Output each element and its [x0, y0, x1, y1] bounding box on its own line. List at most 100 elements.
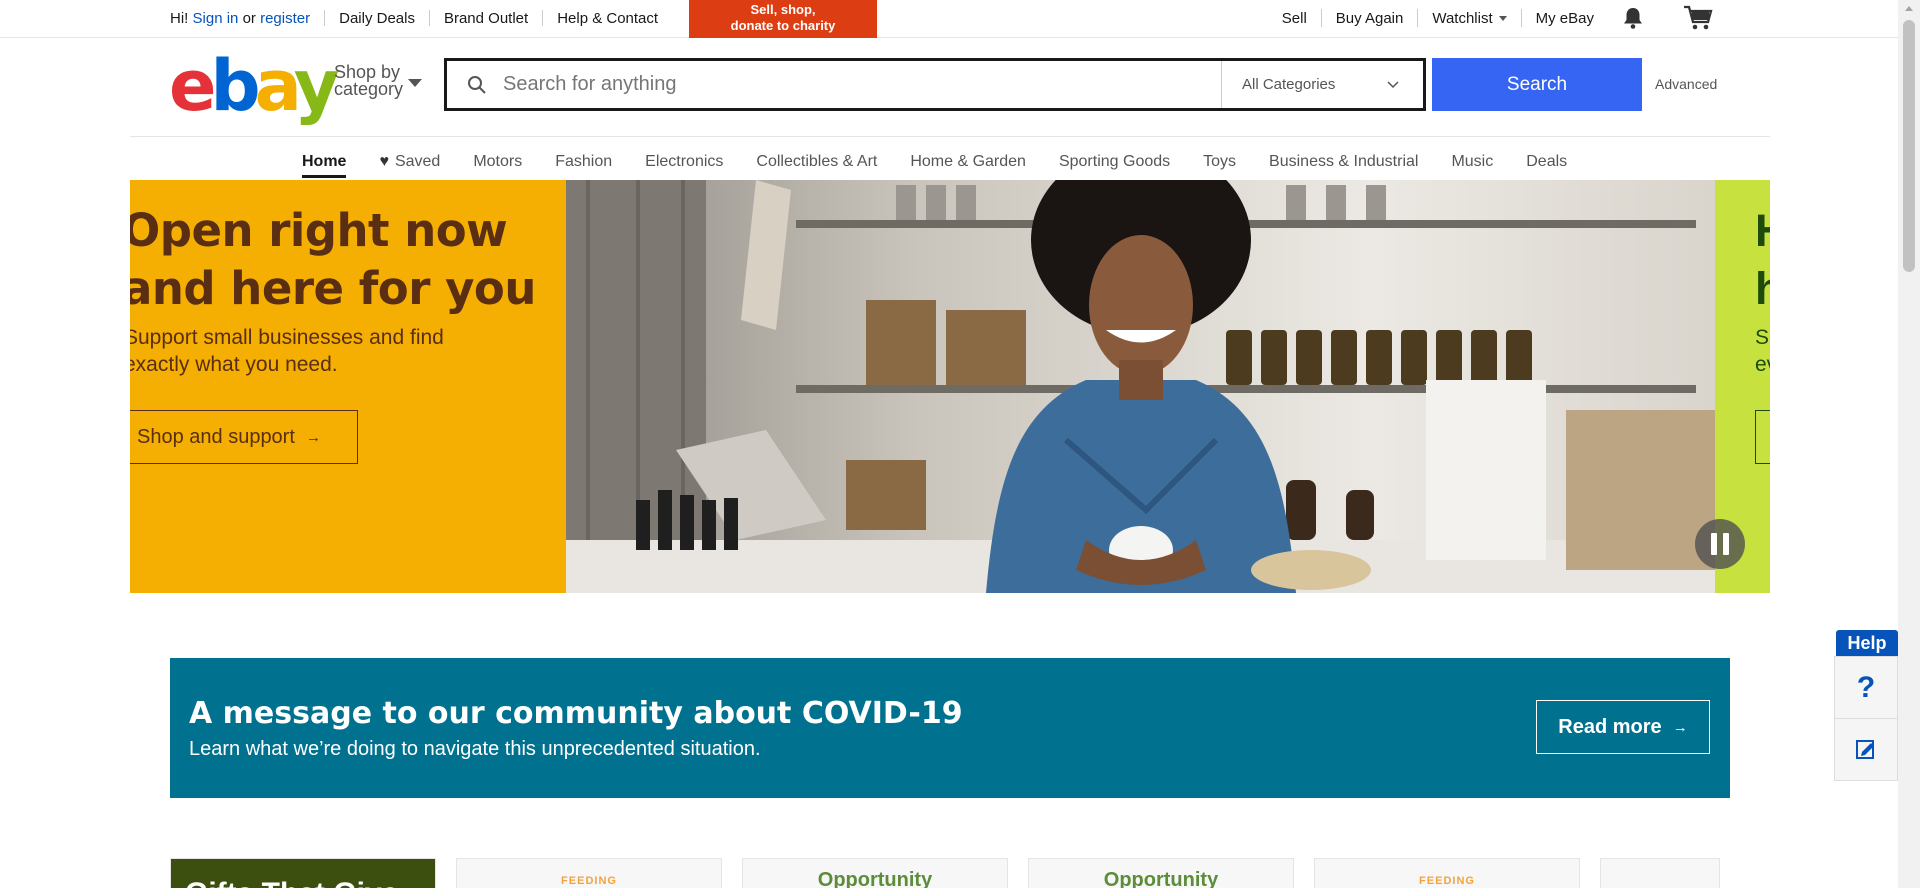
hero-headline-line-1: Open right now — [130, 204, 508, 257]
bell-icon[interactable] — [1622, 6, 1644, 30]
buy-again-link[interactable]: Buy Again — [1320, 9, 1418, 27]
hero-slide-text-panel: Open right now and here for you Support … — [130, 180, 566, 593]
shop-by-category-button[interactable]: Shop by category — [334, 63, 422, 99]
divider — [428, 10, 430, 26]
watchlist-dropdown[interactable]: Watchlist — [1417, 9, 1520, 27]
charity-card-opportunity[interactable]: Opportunity — [742, 858, 1008, 888]
top-left-links: Hi! Sign in or register Daily Deals Bran… — [170, 0, 658, 36]
category-nav: Home ♥ Saved Motors Fashion Electronics C… — [302, 146, 1600, 178]
sell-link[interactable]: Sell — [1268, 9, 1321, 27]
help-contact-link[interactable]: Help & Contact — [557, 10, 658, 27]
opportunity-logo-text: Opportunity — [1103, 869, 1219, 888]
daily-deals-link[interactable]: Daily Deals — [339, 10, 415, 27]
hero-subtext-line-2: exactly what you need. — [130, 353, 338, 376]
shop-and-support-button[interactable]: Shop and support → — [130, 410, 358, 464]
page-scrollbar[interactable] — [1898, 0, 1920, 888]
next-slide-subtext-line-1: Su — [1755, 326, 1770, 349]
register-link[interactable]: register — [260, 10, 310, 27]
watchlist-label: Watchlist — [1432, 9, 1493, 27]
pause-icon — [1711, 533, 1717, 555]
sign-in-link[interactable]: Sign in — [193, 10, 239, 27]
scrollbar-thumb[interactable] — [1903, 20, 1915, 272]
read-more-label: Read more — [1558, 715, 1662, 738]
my-ebay-link[interactable]: My eBay — [1520, 9, 1608, 27]
help-panel: ? — [1834, 656, 1898, 781]
hero-carousel: Open right now and here for you Support … — [130, 180, 1770, 593]
top-utility-bar: Hi! Sign in or register Daily Deals Bran… — [0, 0, 1898, 38]
advanced-search-link[interactable]: Advanced — [1655, 76, 1717, 92]
caret-down-icon — [1498, 15, 1507, 21]
next-slide-subtext: Su ev — [1755, 324, 1770, 378]
gifts-that-give-card[interactable]: Gifts That Give — [170, 858, 436, 888]
brand-outlet-link[interactable]: Brand Outlet — [444, 10, 528, 27]
gifts-card-title: Gifts That Give — [185, 877, 398, 888]
hero-subtext-line-1: Support small businesses and find — [130, 326, 444, 349]
header-divider — [130, 136, 1770, 137]
arrow-right-icon: → — [1672, 718, 1688, 736]
nav-item-collectibles-art[interactable]: Collectibles & Art — [756, 146, 877, 178]
top-right-links: Sell Buy Again Watchlist My eBay — [1268, 0, 1608, 36]
category-select-value: All Categories — [1242, 76, 1336, 93]
nav-item-business-industrial[interactable]: Business & Industrial — [1269, 146, 1418, 178]
covid-message-banner: A message to our community about COVID-1… — [170, 658, 1730, 798]
shop-by-line-2: category — [334, 79, 404, 99]
question-icon[interactable]: ? — [1835, 657, 1897, 719]
next-slide-subtext-line-2: ev — [1755, 353, 1770, 376]
nav-item-toys[interactable]: Toys — [1203, 146, 1236, 178]
charity-card-feeding[interactable]: FEEDING — [456, 858, 722, 888]
help-widget: Help ? — [1834, 630, 1898, 781]
ebay-logo[interactable]: ebay — [169, 51, 339, 121]
charity-promo-banner[interactable]: Sell, shop, donate to charity — [689, 0, 877, 38]
next-slide-headline-line-2: h — [1755, 263, 1770, 314]
hero-headline-line-2: and here for you — [130, 262, 536, 315]
promo-line-2: donate to charity — [730, 18, 836, 33]
logo-letter: b — [210, 45, 260, 127]
next-slide-headline-line-1: H — [1755, 202, 1770, 260]
greeting-text: Hi! — [170, 9, 189, 27]
cart-icon[interactable] — [1683, 4, 1713, 32]
feedback-edit-icon[interactable] — [1835, 719, 1897, 779]
hero-headline: Open right now and here for you — [130, 202, 536, 318]
nav-item-home-garden[interactable]: Home & Garden — [910, 146, 1026, 178]
next-slide-headline: H h — [1755, 202, 1770, 318]
nav-item-home[interactable]: Home — [302, 146, 347, 178]
carousel-pause-button[interactable] — [1695, 519, 1745, 569]
nav-item-fashion[interactable]: Fashion — [555, 146, 612, 178]
nav-item-electronics[interactable]: Electronics — [645, 146, 723, 178]
heart-icon: ♥ — [379, 153, 389, 170]
divider — [324, 10, 326, 26]
nav-item-motors[interactable]: Motors — [473, 146, 522, 178]
search-input[interactable] — [491, 61, 1221, 108]
feeding-logo-text: FEEDING — [1419, 875, 1475, 887]
or-text: or — [242, 9, 256, 27]
nav-item-deals[interactable]: Deals — [1526, 146, 1567, 178]
caret-down-icon — [408, 79, 422, 87]
charity-card-opportunity[interactable]: Opportunity — [1028, 858, 1294, 888]
nav-item-saved[interactable]: ♥ Saved — [379, 146, 440, 178]
nav-item-music[interactable]: Music — [1451, 146, 1493, 178]
covid-banner-title: A message to our community about COVID-1… — [189, 696, 963, 731]
scroll-up-arrow-icon[interactable] — [1905, 6, 1913, 11]
logo-letter: e — [169, 45, 217, 127]
shop-and-support-label: Shop and support — [137, 425, 295, 448]
search-bar: All Categories — [444, 58, 1426, 111]
charity-card-partial[interactable] — [1600, 858, 1720, 888]
help-tab[interactable]: Help — [1836, 630, 1898, 656]
category-select[interactable]: All Categories — [1221, 61, 1423, 108]
next-slide-button[interactable] — [1755, 410, 1770, 464]
logo-letter: a — [254, 45, 300, 127]
pause-icon — [1723, 533, 1729, 555]
covid-banner-subtitle: Learn what we’re doing to navigate this … — [189, 738, 761, 760]
nav-item-label: Saved — [394, 153, 441, 170]
chevron-down-icon — [1387, 80, 1399, 88]
nav-item-sporting-goods[interactable]: Sporting Goods — [1059, 146, 1170, 178]
promo-line-1: Sell, shop, — [750, 2, 816, 17]
read-more-button[interactable]: Read more → — [1536, 700, 1710, 754]
search-button[interactable]: Search — [1432, 58, 1642, 111]
logo-letter: y — [293, 45, 340, 127]
charity-card-feeding[interactable]: FEEDING — [1314, 858, 1580, 888]
arrow-right-icon: → — [306, 428, 322, 446]
opportunity-logo-text: Opportunity — [817, 869, 933, 888]
search-icon — [447, 61, 491, 108]
divider — [542, 10, 544, 26]
